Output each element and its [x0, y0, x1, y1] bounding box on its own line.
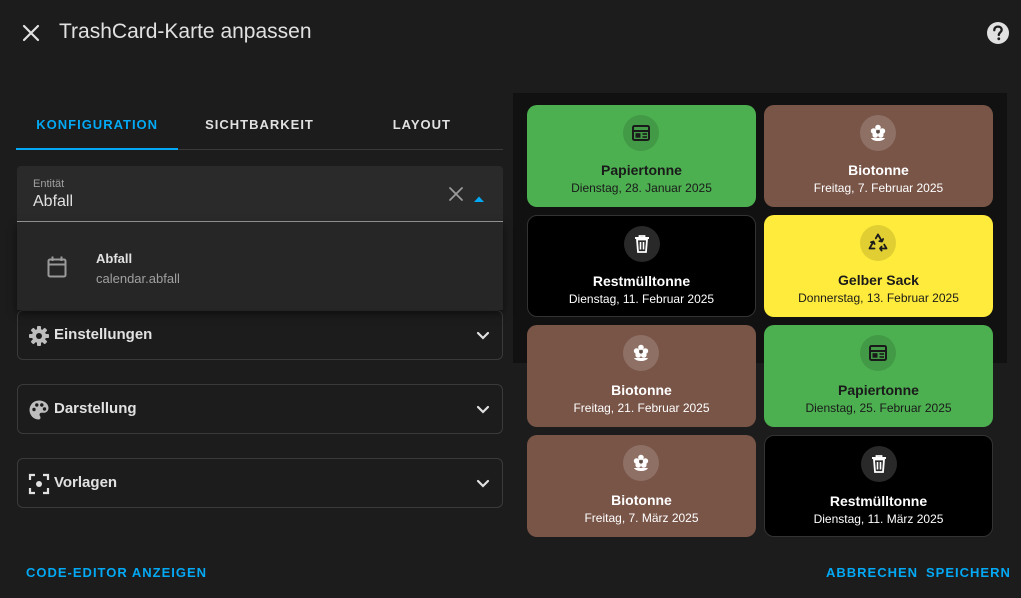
trash-card[interactable]: Biotonne Freitag, 7. Februar 2025: [764, 105, 993, 207]
panel-label: Vorlagen: [54, 474, 118, 491]
panel-vorlagen[interactable]: Vorlagen: [17, 458, 503, 508]
trash-card-name: Restmülltonne: [829, 493, 928, 509]
focus-frame-icon: [28, 473, 50, 495]
palette-icon: [29, 400, 49, 420]
trash-card-name: Biotonne: [611, 492, 672, 508]
recycle-icon: [860, 225, 896, 261]
flower-icon: [623, 335, 659, 371]
entity-picker-value[interactable]: Abfall: [33, 193, 73, 211]
panel-einstellungen[interactable]: Einstellungen: [17, 310, 503, 360]
save-button[interactable]: SPEICHERN: [926, 565, 1011, 580]
panel-darstellung[interactable]: Darstellung: [17, 384, 503, 434]
panel-label: Darstellung: [54, 400, 137, 417]
entity-dropdown-option[interactable]: Abfall calendar.abfall: [17, 222, 503, 310]
trash-card-name: Papiertonne: [601, 162, 682, 178]
help-circle-icon: [987, 22, 1009, 44]
close-icon: [449, 187, 463, 201]
trash-card-date: Freitag, 7. Februar 2025: [813, 181, 944, 195]
chevron-down-icon: [476, 405, 490, 414]
trash-card[interactable]: Restmülltonne Dienstag, 11. März 2025: [764, 435, 993, 537]
newspaper-icon: [860, 335, 896, 371]
flower-icon: [860, 115, 896, 151]
trash-card[interactable]: Papiertonne Dienstag, 28. Januar 2025: [527, 105, 756, 207]
trash-card-date: Donnerstag, 13. Februar 2025: [798, 291, 959, 305]
entity-picker[interactable]: Entität Abfall: [17, 166, 503, 222]
clear-entity-button[interactable]: [448, 186, 464, 202]
trash-can-icon: [861, 446, 897, 482]
trash-card[interactable]: Papiertonne Dienstag, 25. Februar 2025: [764, 325, 993, 427]
close-icon: [22, 24, 40, 42]
option-entity-id: calendar.abfall: [96, 271, 180, 286]
trash-card-name: Restmülltonne: [592, 273, 691, 289]
chevron-down-icon: [476, 331, 490, 340]
dialog-title: TrashCard-Karte anpassen: [59, 20, 312, 43]
code-editor-button[interactable]: CODE-EDITOR ANZEIGEN: [26, 565, 207, 580]
tab-layout[interactable]: LAYOUT: [341, 100, 503, 149]
trash-card-name: Biotonne: [611, 382, 672, 398]
panel-label: Einstellungen: [54, 326, 153, 343]
trash-card-date: Dienstag, 25. Februar 2025: [805, 401, 952, 415]
trash-card-name: Gelber Sack: [838, 272, 919, 288]
trash-card[interactable]: Biotonne Freitag, 7. März 2025: [527, 435, 756, 537]
trash-card-date: Freitag, 7. März 2025: [584, 511, 699, 525]
trash-card[interactable]: Biotonne Freitag, 21. Februar 2025: [527, 325, 756, 427]
trash-card-date: Dienstag, 11. März 2025: [813, 512, 944, 526]
tab-bar: KONFIGURATION SICHTBARKEIT LAYOUT: [16, 100, 503, 150]
close-button[interactable]: [16, 18, 46, 48]
trash-card[interactable]: Restmülltonne Dienstag, 11. Februar 2025: [527, 215, 756, 317]
dialog-header: TrashCard-Karte anpassen: [0, 0, 1021, 64]
trash-card[interactable]: Gelber Sack Donnerstag, 13. Februar 2025: [764, 215, 993, 317]
gear-icon: [29, 326, 49, 346]
newspaper-icon: [623, 115, 659, 151]
chevron-down-icon: [476, 479, 490, 488]
tab-visibility[interactable]: SICHTBARKEIT: [178, 100, 340, 149]
trash-card-date: Dienstag, 28. Januar 2025: [571, 181, 712, 195]
edit-card-dialog: TrashCard-Karte anpassen KONFIGURATION S…: [0, 0, 1021, 598]
menu-up-icon: [474, 196, 484, 202]
trash-card-date: Freitag, 21. Februar 2025: [573, 401, 710, 415]
trash-card-date: Dienstag, 11. Februar 2025: [568, 292, 715, 306]
calendar-icon: [47, 256, 67, 278]
option-name: Abfall: [96, 251, 133, 266]
trash-card-name: Biotonne: [848, 162, 909, 178]
trash-card-name: Papiertonne: [838, 382, 919, 398]
toggle-dropdown-button[interactable]: [473, 190, 485, 202]
tab-configuration[interactable]: KONFIGURATION: [16, 100, 179, 150]
flower-icon: [623, 445, 659, 481]
entity-picker-label: Entität: [33, 178, 65, 190]
help-button[interactable]: [985, 20, 1011, 46]
trash-can-icon: [624, 226, 660, 262]
cancel-button[interactable]: ABBRECHEN: [826, 565, 918, 580]
